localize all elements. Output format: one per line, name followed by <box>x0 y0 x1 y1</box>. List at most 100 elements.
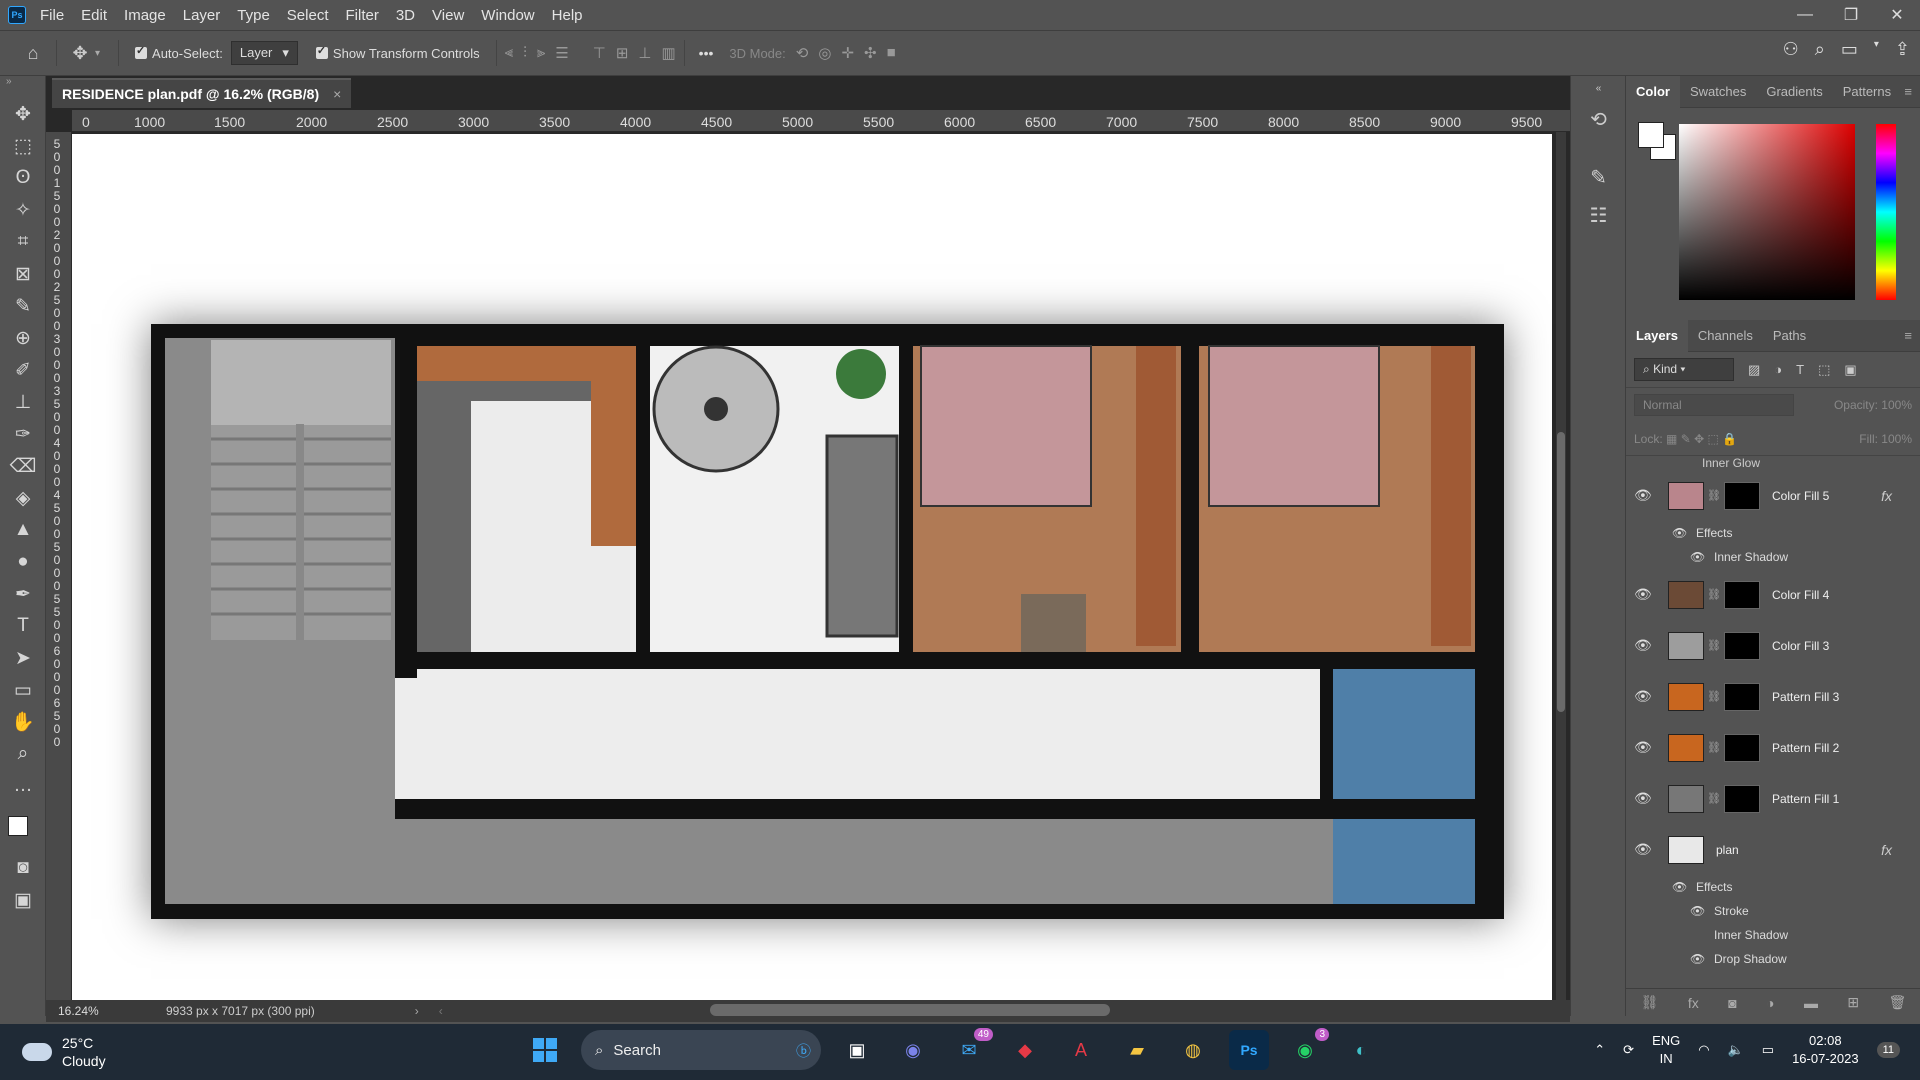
menu-filter[interactable]: Filter <box>346 7 379 24</box>
battery-icon[interactable]: ▭ <box>1762 1042 1774 1058</box>
teams-icon[interactable]: ◉ <box>893 1030 933 1070</box>
effect-row[interactable]: 👁 Stroke <box>1626 899 1920 923</box>
vertical-ruler[interactable]: 5001500200025003000350040004500500055006… <box>46 132 72 1020</box>
chevron-right-icon[interactable]: › <box>415 1004 419 1018</box>
stamp-tool-icon[interactable]: ⊥ <box>0 386 46 418</box>
brush-tool-icon[interactable]: ✐ <box>0 354 46 386</box>
chain-link-icon[interactable]: ⛓ <box>1707 741 1721 754</box>
adjustments-icon[interactable]: ☷ <box>1571 196 1626 234</box>
foreground-color[interactable] <box>8 816 28 836</box>
tab-swatches[interactable]: Swatches <box>1680 76 1756 108</box>
color-spectrum[interactable] <box>1679 124 1855 300</box>
marquee-tool-icon[interactable]: ⬚ <box>0 130 46 162</box>
chevron-left-icon[interactable]: ‹ <box>439 1004 443 1018</box>
zoom-tool-icon[interactable]: ⌕ <box>0 738 46 770</box>
path-select-icon[interactable]: ➤ <box>0 642 46 674</box>
chain-link-icon[interactable]: ⛓ <box>1707 690 1721 703</box>
align-bottom-icon[interactable]: ⊥ <box>638 44 651 62</box>
color-swatches[interactable] <box>0 802 46 852</box>
effects-header[interactable]: 👁 Effects <box>1626 521 1920 545</box>
eyedropper-icon[interactable]: ✎ <box>0 290 46 322</box>
chain-link-icon[interactable]: ⛓ <box>1707 588 1721 601</box>
roll-icon[interactable]: ◎ <box>818 44 831 62</box>
effect-row[interactable]: 👁 Inner Shadow <box>1626 545 1920 569</box>
document-tab[interactable]: RESIDENCE plan.pdf @ 16.2% (RGB/8) × <box>52 78 352 108</box>
visibility-eye-icon[interactable]: 👁 <box>1672 880 1696 894</box>
horizontal-scrollbar-thumb[interactable] <box>710 1004 1110 1016</box>
opacity-value[interactable]: 100% <box>1881 398 1912 412</box>
trash-icon[interactable]: 🗑 <box>1888 994 1906 1011</box>
paint-bucket-icon[interactable]: ◈ <box>0 482 46 514</box>
align-right-icon[interactable]: ⫸ <box>537 44 545 62</box>
visibility-eye-icon[interactable]: 👁 <box>1634 688 1658 705</box>
magic-wand-icon[interactable]: ✧ <box>0 194 46 226</box>
more-tools-icon[interactable]: … <box>0 770 46 802</box>
close-tab-icon[interactable]: × <box>333 86 341 102</box>
photoshop-logo[interactable]: Ps <box>8 6 26 24</box>
panel-menu-icon[interactable]: ≡ <box>1904 84 1912 99</box>
mask-icon[interactable]: ◙ <box>1728 995 1736 1011</box>
align-middle-icon[interactable]: ⊞ <box>616 44 629 62</box>
foreground-swatch[interactable] <box>1638 122 1664 148</box>
auto-select-checkbox[interactable]: Auto-Select: <box>135 44 223 61</box>
visibility-eye-icon[interactable]: 👁 <box>1690 952 1714 966</box>
mail-icon[interactable]: ✉ 49 <box>949 1028 993 1070</box>
photoshop-icon[interactable]: Ps <box>1229 1030 1269 1070</box>
search-icon[interactable]: ⌕ <box>1815 39 1825 60</box>
orbit-icon[interactable]: ⟲ <box>796 44 809 62</box>
chevron-down-icon[interactable]: ▾ <box>95 48 100 59</box>
show-transform-checkbox[interactable]: Show Transform Controls <box>315 44 480 61</box>
distribute-icon[interactable]: ☰ <box>555 44 568 62</box>
rectangle-tool-icon[interactable]: ▭ <box>0 674 46 706</box>
crop-tool-icon[interactable]: ⌗ <box>0 226 46 258</box>
minimize-icon[interactable]: — <box>1782 0 1828 30</box>
effect-row[interactable]: Inner Shadow <box>1626 923 1920 947</box>
lasso-tool-icon[interactable]: ʘ <box>0 162 46 194</box>
layer-row[interactable]: 👁⛓planfx <box>1626 824 1920 875</box>
language-indicator[interactable]: ENG IN <box>1652 1032 1680 1068</box>
visibility-eye-icon[interactable]: 👁 <box>1634 637 1658 654</box>
new-group-icon[interactable]: ▬ <box>1804 995 1818 1011</box>
collapse-icon[interactable]: » <box>0 76 45 98</box>
vertical-scrollbar[interactable] <box>1556 132 1566 1000</box>
share-user-icon[interactable]: ⚇ <box>1783 39 1799 60</box>
sync-icon[interactable]: ⟳ <box>1623 1042 1634 1058</box>
tab-channels[interactable]: Channels <box>1688 320 1763 352</box>
notification-badge[interactable]: 11 <box>1876 1042 1900 1058</box>
anydesk-icon[interactable]: ◆ <box>1005 1030 1045 1070</box>
menu-image[interactable]: Image <box>124 7 166 24</box>
link-layers-icon[interactable]: ⛓ <box>1641 994 1659 1011</box>
fill-value[interactable]: 100% <box>1881 432 1912 446</box>
fx-badge[interactable]: fx <box>1881 842 1892 858</box>
windows-start-icon[interactable] <box>525 1030 565 1070</box>
history-icon[interactable]: ⟲ <box>1571 100 1626 138</box>
pan-icon[interactable]: ✛ <box>841 44 854 62</box>
layer-row[interactable]: 👁 ⛓ Color Fill 4 <box>1626 569 1920 620</box>
chrome-icon[interactable]: ◍ <box>1173 1030 1213 1070</box>
acrobat-icon[interactable]: A <box>1061 1030 1101 1070</box>
blur-tool-icon[interactable]: ▲ <box>0 514 46 546</box>
close-icon[interactable]: ✕ <box>1874 0 1920 30</box>
kind-filter-dropdown[interactable]: ⌕ Kind ▾ <box>1634 358 1734 381</box>
chevron-up-icon[interactable]: ⌃ <box>1594 1042 1605 1058</box>
tab-patterns[interactable]: Patterns <box>1833 76 1901 108</box>
whatsapp-icon[interactable]: ◉ 3 <box>1285 1028 1329 1070</box>
visibility-eye-icon[interactable]: 👁 <box>1634 739 1658 756</box>
restore-icon[interactable]: ❐ <box>1828 0 1874 30</box>
scroll-thumb[interactable] <box>1557 432 1565 712</box>
pen-tool-icon[interactable]: ✒ <box>0 578 46 610</box>
camera-icon[interactable]: ■ <box>887 44 896 62</box>
workspace-icon[interactable]: ▭ <box>1841 39 1858 60</box>
visibility-eye-icon[interactable]: 👁 <box>1672 526 1696 540</box>
chevron-down-icon[interactable]: ▾ <box>1874 39 1879 60</box>
distribute-vertical-icon[interactable]: ▥ <box>661 44 675 62</box>
new-layer-icon[interactable]: ⊞ <box>1847 994 1859 1011</box>
effect-row[interactable]: 👁 Drop Shadow <box>1626 947 1920 971</box>
smart-object-filter-icon[interactable]: ▣ <box>1844 362 1856 378</box>
healing-brush-icon[interactable]: ⊕ <box>0 322 46 354</box>
move-tool-icon[interactable]: ✥ <box>0 98 46 130</box>
type-filter-icon[interactable]: T <box>1796 362 1804 377</box>
layer-row[interactable]: 👁 ⛓ Pattern Fill 2 <box>1626 722 1920 773</box>
hue-slider[interactable] <box>1876 124 1896 300</box>
horizontal-ruler[interactable]: 0 1000 1500 2000 2500 3000 3500 4000 450… <box>72 110 1600 132</box>
